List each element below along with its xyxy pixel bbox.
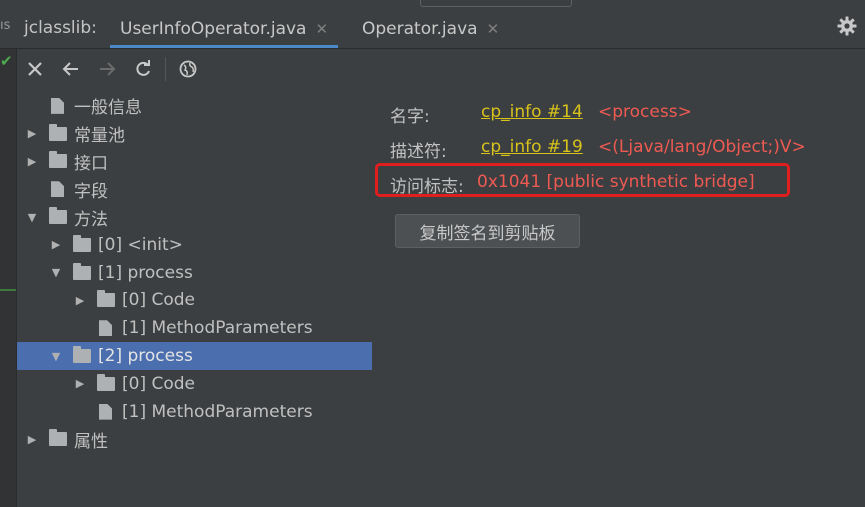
tree-item-label: 常量池 <box>74 126 125 147</box>
name-link[interactable]: cp_info #14 <box>481 102 583 122</box>
tree-item-label: 方法 <box>74 209 108 230</box>
tree-item-code[interactable]: ▶ [0] Code <box>17 287 372 315</box>
tree-item-label: 字段 <box>74 181 108 202</box>
folder-icon <box>49 151 67 169</box>
chevron-down-icon[interactable]: ▼ <box>49 266 63 280</box>
folder-icon <box>73 234 91 252</box>
tab-label: Operator.java <box>362 19 478 39</box>
tree-item-method-process-1[interactable]: ▼ [1] process <box>17 259 372 287</box>
tab-operator[interactable]: Operator.java ✕ <box>362 10 499 48</box>
chevron-right-icon[interactable]: ▶ <box>73 293 87 307</box>
tree-item-label: [0] Code <box>122 373 196 394</box>
close-icon[interactable]: ✕ <box>315 20 328 38</box>
name-row: 名字: <box>390 102 430 127</box>
chevron-right-icon[interactable]: ▶ <box>25 432 39 446</box>
forward-arrow-icon[interactable] <box>89 51 125 87</box>
descriptor-value: <(Ljava/lang/Object;)V> <box>598 137 806 157</box>
editor-gutter: ✔ <box>0 49 17 507</box>
tree-item-constant-pool[interactable]: ▶ 常量池 <box>17 120 372 148</box>
close-icon[interactable] <box>17 51 53 87</box>
edge-tab-fragment: ıs <box>0 18 11 33</box>
refresh-icon[interactable] <box>125 51 161 87</box>
folder-icon <box>97 373 115 391</box>
tree-item-code[interactable]: ▶ [0] Code <box>17 370 372 398</box>
tree-item-label: [2] process <box>98 346 193 367</box>
chevron-right-icon[interactable]: ▶ <box>25 127 39 141</box>
file-icon <box>51 181 64 198</box>
tree-item-fields[interactable]: 字段 <box>17 175 372 203</box>
copy-signature-button[interactable]: 复制签名到剪贴板 <box>395 214 580 248</box>
top-toolbar-strip <box>420 0 572 7</box>
tab-bar: ıs jclasslib: UserInfoOperator.java ✕ Op… <box>0 0 865 49</box>
folder-icon <box>49 123 67 141</box>
browser-icon[interactable] <box>170 51 206 87</box>
tree-item-label: 一般信息 <box>74 98 142 119</box>
folder-icon <box>73 346 91 364</box>
close-icon[interactable]: ✕ <box>487 20 500 38</box>
tree-item-method-init[interactable]: ▶ [0] <init> <box>17 231 372 259</box>
toolbar <box>17 49 865 89</box>
tree-item-methods[interactable]: ▼ 方法 <box>17 203 372 231</box>
descriptor-row: 描述符: <box>390 137 447 162</box>
name-label: 名字: <box>390 107 430 127</box>
tree-item-general-info[interactable]: 一般信息 <box>17 92 372 120</box>
name-value: <process> <box>598 102 692 122</box>
tree-item-method-parameters[interactable]: [1] MethodParameters <box>17 398 372 426</box>
descriptor-label: 描述符: <box>390 142 447 162</box>
tree-item-label: [1] process <box>98 262 193 283</box>
tree-item-label: 属性 <box>74 431 108 452</box>
checkmark-icon: ✔ <box>0 52 13 70</box>
gear-icon[interactable] <box>837 16 857 36</box>
chevron-down-icon[interactable]: ▼ <box>49 349 63 363</box>
folder-icon <box>49 429 67 447</box>
tree-item-label: [1] MethodParameters <box>122 318 313 339</box>
folder-icon <box>97 290 115 308</box>
tree-item-label: [0] Code <box>122 290 196 311</box>
tool-window-title: jclasslib: <box>24 18 97 38</box>
chevron-down-icon[interactable]: ▼ <box>25 210 39 224</box>
tree-item-label: 接口 <box>74 153 108 174</box>
tree-item-label: [1] MethodParameters <box>122 401 313 422</box>
toolbar-separator <box>165 57 166 81</box>
tree-item-attributes[interactable]: ▶ 属性 <box>17 426 372 454</box>
tree-item-method-parameters[interactable]: [1] MethodParameters <box>17 314 372 342</box>
class-structure-tree: 一般信息 ▶ 常量池 ▶ 接口 字段 ▼ 方法 ▶ [0] <init> ▼ [… <box>17 92 372 453</box>
folder-icon <box>73 262 91 280</box>
gutter-marker <box>0 289 16 291</box>
descriptor-link[interactable]: cp_info #19 <box>481 137 583 157</box>
chevron-right-icon[interactable]: ▶ <box>25 154 39 168</box>
chevron-right-icon[interactable]: ▶ <box>49 238 63 252</box>
folder-icon <box>49 207 67 225</box>
tab-userinfooperator[interactable]: UserInfoOperator.java ✕ <box>109 10 339 48</box>
tab-label: UserInfoOperator.java <box>120 19 307 39</box>
tree-item-interfaces[interactable]: ▶ 接口 <box>17 148 372 176</box>
chevron-right-icon[interactable]: ▶ <box>73 377 87 391</box>
file-icon <box>51 97 64 114</box>
tree-item-label: [0] <init> <box>98 234 183 255</box>
back-arrow-icon[interactable] <box>53 51 89 87</box>
tree-item-method-process-2[interactable]: ▼ [2] process <box>17 342 372 370</box>
annotation-highlight-box <box>375 163 790 197</box>
file-icon <box>99 320 112 337</box>
file-icon <box>99 403 112 420</box>
